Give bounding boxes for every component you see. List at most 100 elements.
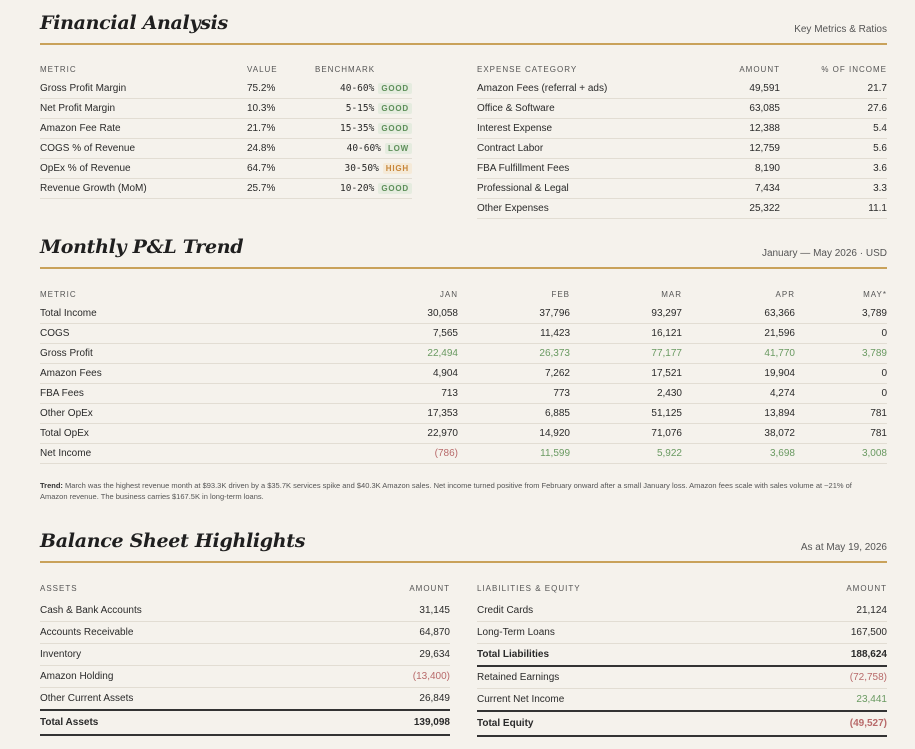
pl-row: Net Income (786) 11,599 5,922 3,698 3,008 [40, 443, 887, 464]
expense-category: Interest Expense [477, 118, 677, 139]
expense-amount: 8,190 [677, 158, 780, 179]
metric-row: Revenue Growth (MoM) 25.7% 10-20% GOOD [40, 178, 412, 199]
pl-value: 4,274 [682, 383, 795, 404]
pl-value: 63,366 [682, 304, 795, 324]
assets-table: ASSETS AMOUNT Cash & Bank Accounts 31,145… [40, 584, 450, 736]
liability-name: Current Net Income [477, 688, 777, 712]
asset-name: Inventory [40, 643, 340, 666]
pl-row: FBA Fees 713 773 2,430 4,274 0 [40, 383, 887, 404]
pl-metric: Total OpEx [40, 423, 340, 444]
balance-date-note: As at May 19, 2026 [800, 542, 887, 553]
pl-value: 3,698 [682, 443, 795, 464]
pl-value: 13,894 [682, 403, 795, 424]
pl-trend-title: Monthly P&L Trend [40, 236, 244, 258]
pl-row: Amazon Fees 4,904 7,262 17,521 19,904 0 [40, 363, 887, 384]
pl-metric: Amazon Fees [40, 363, 340, 384]
pl-value: 41,770 [682, 343, 795, 364]
pl-value: 19,904 [682, 363, 795, 384]
pl-metric: Gross Profit [40, 343, 340, 364]
col-metric: METRIC [40, 65, 77, 74]
metric-name: OpEx % of Revenue [40, 158, 247, 179]
expense-amount: 25,322 [677, 198, 780, 219]
pl-value: (786) [340, 443, 458, 464]
metric-value: 21.7% [247, 118, 315, 139]
expense-row: FBA Fulfillment Fees 8,190 3.6 [477, 158, 887, 179]
pl-period-note: January — May 2026 · USD [761, 248, 887, 259]
pl-value: 51,125 [570, 403, 682, 424]
expense-body: Amazon Fees (referral + ads) 49,591 21.7 Of… [477, 79, 887, 219]
expense-pct: 5.6 [780, 138, 887, 159]
pl-value: 17,353 [340, 403, 458, 424]
pl-value: 14,920 [458, 423, 570, 444]
expense-pct: 21.7 [780, 79, 887, 99]
pl-value: 0 [795, 363, 887, 384]
benchmark-range: 10-20% [340, 183, 375, 194]
col-benchmark: BENCHMARK [315, 65, 376, 74]
pl-value: 11,423 [458, 323, 570, 344]
trend-note: Trend: March was the highest revenue mon… [40, 480, 880, 502]
col-assets-amount: AMOUNT [409, 584, 450, 593]
benchmark-cell: 40-60% GOOD [315, 79, 412, 99]
asset-amount: 31,145 [340, 600, 450, 622]
metric-name: Gross Profit Margin [40, 79, 247, 99]
pl-value: 7,262 [458, 363, 570, 384]
metrics-body: Gross Profit Margin 75.2% 40-60% GOOD Net Pr… [40, 79, 412, 199]
status-badge: GOOD [378, 123, 412, 134]
financial-analysis-title: Financial Analysis [40, 12, 228, 34]
expense-row: Contract Labor 12,759 5.6 [477, 138, 887, 159]
total-equity-label: Total Equity [477, 710, 777, 737]
pl-value: 71,076 [570, 423, 682, 444]
col-assets: ASSETS [40, 584, 78, 593]
expense-row: Amazon Fees (referral + ads) 49,591 21.7 [477, 79, 887, 99]
liability-amount: (72,758) [777, 666, 887, 689]
col-value: VALUE [247, 65, 278, 74]
pl-row: Total OpEx 22,970 14,920 71,076 38,072 781 [40, 423, 887, 444]
liability-row: Current Net Income 23,441 [477, 688, 887, 712]
expense-row: Interest Expense 12,388 5.4 [477, 118, 887, 139]
asset-row: Amazon Holding (13,400) [40, 665, 450, 688]
status-badge: LOW [384, 143, 412, 154]
metric-name: Net Profit Margin [40, 98, 247, 119]
col-may: MAY* [863, 290, 887, 299]
liability-name: Retained Earnings [477, 666, 777, 689]
metric-name: COGS % of Revenue [40, 138, 247, 159]
col-pl-metric: METRIC [40, 290, 77, 299]
metric-row: Amazon Fee Rate 21.7% 15-35% GOOD [40, 118, 412, 139]
balance-sheet-title: Balance Sheet Highlights [40, 530, 306, 552]
pl-value: 781 [795, 423, 887, 444]
metric-row: COGS % of Revenue 24.8% 40-60% LOW [40, 138, 412, 159]
metrics-table: METRIC VALUE BENCHMARK Gross Profit Marg… [40, 65, 412, 199]
pl-value: 30,058 [340, 304, 458, 324]
liability-amount: 23,441 [777, 688, 887, 712]
metric-value: 10.3% [247, 98, 315, 119]
pl-value: 6,885 [458, 403, 570, 424]
pl-metric: Total Income [40, 304, 340, 324]
asset-name: Accounts Receivable [40, 621, 340, 644]
liability-name: Long-Term Loans [477, 621, 777, 644]
total-assets-label: Total Assets [40, 709, 340, 736]
expense-pct: 3.6 [780, 158, 887, 179]
total-assets-amount: 139,098 [340, 709, 450, 736]
liabilities-body: Credit Cards 21,124 Long-Term Loans 167,500… [477, 600, 887, 737]
benchmark-cell: 30-50% HIGH [315, 158, 412, 179]
pl-metric: Other OpEx [40, 403, 340, 424]
pl-row: COGS 7,565 11,423 16,121 21,596 0 [40, 323, 887, 344]
liability-row: Credit Cards 21,124 [477, 600, 887, 622]
asset-row: Accounts Receivable 64,870 [40, 621, 450, 644]
key-metrics-note: Key Metrics & Ratios [794, 24, 887, 35]
section-rule [40, 43, 887, 45]
benchmark-range: 40-60% [340, 83, 375, 94]
total-equity-row: Total Equity (49,527) [477, 710, 887, 737]
liability-amount: 188,624 [777, 643, 887, 667]
status-badge: GOOD [378, 83, 412, 94]
pl-value: 77,177 [570, 343, 682, 364]
pl-value: 781 [795, 403, 887, 424]
expense-pct: 27.6 [780, 98, 887, 119]
col-pct-income: % OF INCOME [821, 65, 887, 74]
expense-amount: 12,388 [677, 118, 780, 139]
col-apr: APR [775, 290, 795, 299]
metric-row: Net Profit Margin 10.3% 5-15% GOOD [40, 98, 412, 119]
section-rule [40, 561, 887, 563]
pl-value: 3,008 [795, 443, 887, 464]
pl-row: Gross Profit 22,494 26,373 77,177 41,770 3,78… [40, 343, 887, 364]
